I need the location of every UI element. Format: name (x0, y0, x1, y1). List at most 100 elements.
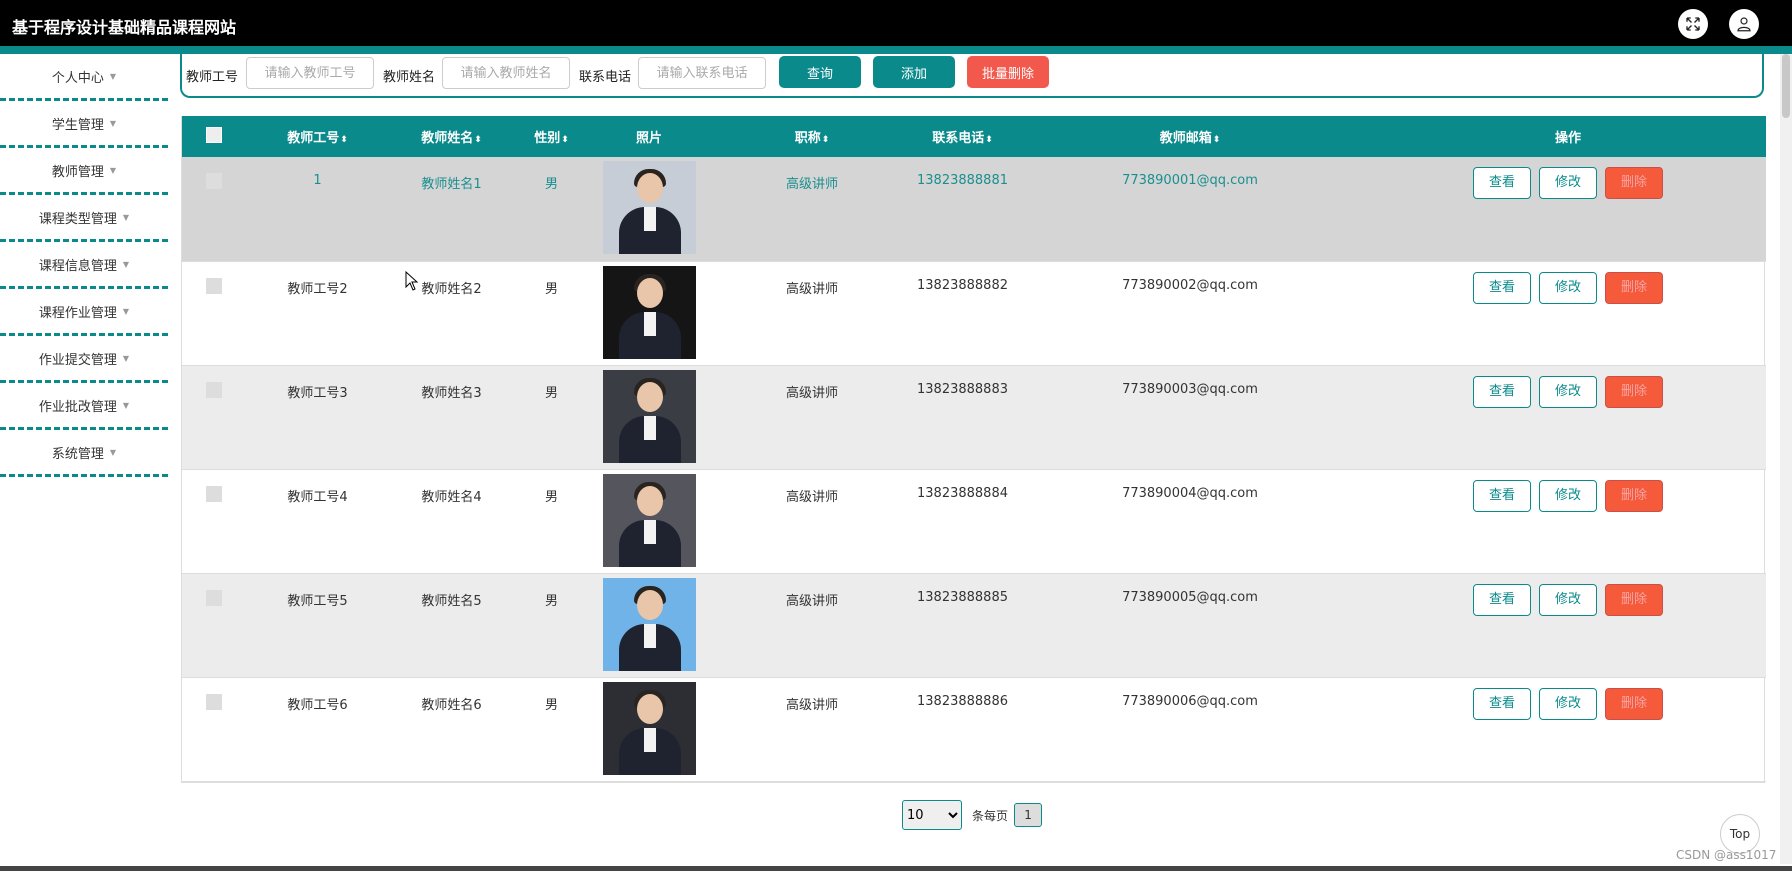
table-cell: 13823888886 (915, 677, 1010, 781)
watermark: CSDN @ass1017 (1676, 848, 1777, 862)
table-header-row: 教师工号⬍ 教师姓名⬍ 性别⬍ 照片 职称⬍ 联系电话⬍ 教师邮箱⬍ 操作 (182, 116, 1766, 157)
teacher-name: 教师姓名4 (421, 489, 482, 505)
page-scrollbar[interactable] (1780, 54, 1792, 864)
view-button[interactable]: 查看 (1473, 479, 1531, 512)
table-cell: 查看 修改 删除 (1370, 677, 1766, 781)
row-checkbox[interactable] (206, 381, 222, 398)
add-button[interactable]: 添加 (873, 56, 955, 88)
select-all-checkbox[interactable] (206, 126, 222, 143)
sidebar-item[interactable]: 教师管理 ▼ (0, 148, 168, 195)
view-button[interactable]: 查看 (1473, 583, 1531, 616)
scrollbar-thumb[interactable] (1782, 54, 1790, 118)
sidebar-item[interactable]: 作业批改管理 ▼ (0, 383, 168, 430)
table-cell (589, 261, 709, 365)
edit-button[interactable]: 修改 (1539, 167, 1597, 199)
teacher-gender: 男 (544, 489, 558, 505)
sidebar-item[interactable]: 学生管理 ▼ (0, 101, 168, 148)
per-page-label: 条每页 (972, 808, 1009, 823)
sidebar-item[interactable]: 课程作业管理 ▼ (0, 289, 168, 336)
row-checkbox[interactable] (206, 173, 222, 189)
teacher-photo (602, 161, 696, 254)
delete-button[interactable]: 删除 (1605, 167, 1663, 199)
row-checkbox[interactable] (206, 693, 222, 710)
sidebar-item-label: 学生管理 (51, 117, 104, 133)
teacher-id: 教师工号4 (287, 489, 348, 505)
sidebar-item[interactable]: 作业提交管理 ▼ (0, 336, 168, 383)
chevron-down-icon: ▼ (122, 400, 130, 410)
page-size-select[interactable]: 10 (902, 800, 962, 830)
sidebar-item[interactable]: 课程信息管理 ▼ (0, 242, 168, 289)
view-button[interactable]: 查看 (1473, 375, 1531, 408)
sort-icon[interactable]: ⬍ (340, 135, 348, 145)
user-button[interactable] (1729, 9, 1759, 39)
teacher-name-input[interactable] (442, 57, 570, 89)
column-header[interactable]: 教师邮箱⬍ (1010, 116, 1370, 157)
view-button[interactable]: 查看 (1473, 167, 1531, 199)
column-header[interactable]: 联系电话⬍ (915, 116, 1010, 157)
teacher-email: 773890004@qq.com (1122, 485, 1258, 501)
column-header-label: 联系电话 (932, 131, 985, 146)
sort-icon[interactable]: ⬍ (985, 135, 993, 145)
query-button[interactable]: 查询 (779, 56, 861, 88)
phone-input[interactable] (638, 57, 766, 89)
sort-icon[interactable]: ⬍ (474, 135, 482, 145)
delete-button[interactable]: 删除 (1605, 479, 1663, 512)
edit-button[interactable]: 修改 (1539, 479, 1597, 512)
row-checkbox[interactable] (206, 589, 222, 606)
table-cell: 773890005@qq.com (1010, 573, 1370, 677)
table-cell: 教师工号5 (246, 573, 389, 677)
sort-icon[interactable]: ⬍ (561, 135, 569, 145)
table-row[interactable]: 教师工号3 教师姓名3 男 高级讲师 13823888883 773890003@qq.c… (182, 365, 1766, 469)
sort-icon[interactable]: ⬍ (1213, 135, 1221, 145)
view-button[interactable]: 查看 (1473, 271, 1531, 304)
view-button[interactable]: 查看 (1473, 687, 1531, 720)
delete-button[interactable]: 删除 (1605, 375, 1663, 408)
batch-delete-button[interactable]: 批量删除 (967, 56, 1049, 88)
table-cell (182, 261, 246, 365)
table-row[interactable]: 1 教师姓名1 男 高级讲师 13823888881 773890001@qq.com 查看… (182, 157, 1766, 261)
teacher-phone: 13823888882 (917, 277, 1008, 293)
column-header[interactable]: 教师工号⬍ (246, 116, 389, 157)
sidebar-item-label: 课程作业管理 (38, 305, 117, 321)
sidebar-item[interactable]: 个人中心 ▼ (0, 54, 168, 101)
edit-button[interactable]: 修改 (1539, 271, 1597, 304)
edit-button[interactable]: 修改 (1539, 687, 1597, 720)
column-header[interactable]: 性别⬍ (514, 116, 589, 157)
page-number-button[interactable]: 1 (1014, 803, 1043, 827)
phone-label: 联系电话 (579, 70, 632, 85)
teacher-photo (602, 265, 696, 359)
teacher-email: 773890006@qq.com (1122, 693, 1258, 709)
table-cell: 查看 修改 删除 (1370, 157, 1766, 261)
row-actions: 查看 修改 删除 (1371, 583, 1765, 616)
column-header-label: 教师工号 (287, 131, 340, 146)
delete-button[interactable]: 删除 (1605, 271, 1663, 304)
teacher-photo (602, 369, 696, 463)
fullscreen-icon (1686, 17, 1700, 31)
edit-button[interactable]: 修改 (1539, 375, 1597, 408)
column-header: 照片 (589, 116, 709, 157)
sidebar-item[interactable]: 课程类型管理 ▼ (0, 195, 168, 242)
teacher-id-input[interactable] (246, 57, 374, 89)
table-row[interactable]: 教师工号6 教师姓名6 男 高级讲师 13823888886 773890006@qq.c… (182, 677, 1766, 781)
delete-button[interactable]: 删除 (1605, 687, 1663, 720)
teacher-phone: 13823888886 (917, 693, 1008, 709)
table-row[interactable]: 教师工号5 教师姓名5 男 高级讲师 13823888885 773890005@qq.c… (182, 573, 1766, 677)
edit-button[interactable]: 修改 (1539, 583, 1597, 616)
table-row[interactable]: 教师工号2 教师姓名2 男 高级讲师 13823888882 773890002@qq.c… (182, 261, 1766, 365)
photo-figure-shirt (643, 519, 656, 544)
column-header[interactable]: 职称⬍ (709, 116, 915, 157)
chevron-down-icon: ▼ (109, 118, 117, 128)
row-checkbox[interactable] (206, 485, 222, 502)
teacher-title: 高级讲师 (785, 177, 838, 192)
sidebar-item-label: 系统管理 (51, 446, 104, 462)
table-row[interactable]: 教师工号4 教师姓名4 男 高级讲师 13823888884 773890004@qq.c… (182, 469, 1766, 573)
sort-icon[interactable]: ⬍ (822, 135, 830, 145)
row-checkbox[interactable] (206, 277, 222, 294)
column-header[interactable]: 教师姓名⬍ (389, 116, 514, 157)
delete-button[interactable]: 删除 (1605, 583, 1663, 616)
search-panel: 教师工号 教师姓名 联系电话 查询 添加 批量删除 (180, 50, 1764, 98)
teacher-email: 773890001@qq.com (1122, 173, 1258, 188)
fullscreen-button[interactable] (1678, 9, 1708, 39)
sidebar-item[interactable]: 系统管理 ▼ (0, 430, 168, 477)
teacher-photo (602, 473, 696, 567)
